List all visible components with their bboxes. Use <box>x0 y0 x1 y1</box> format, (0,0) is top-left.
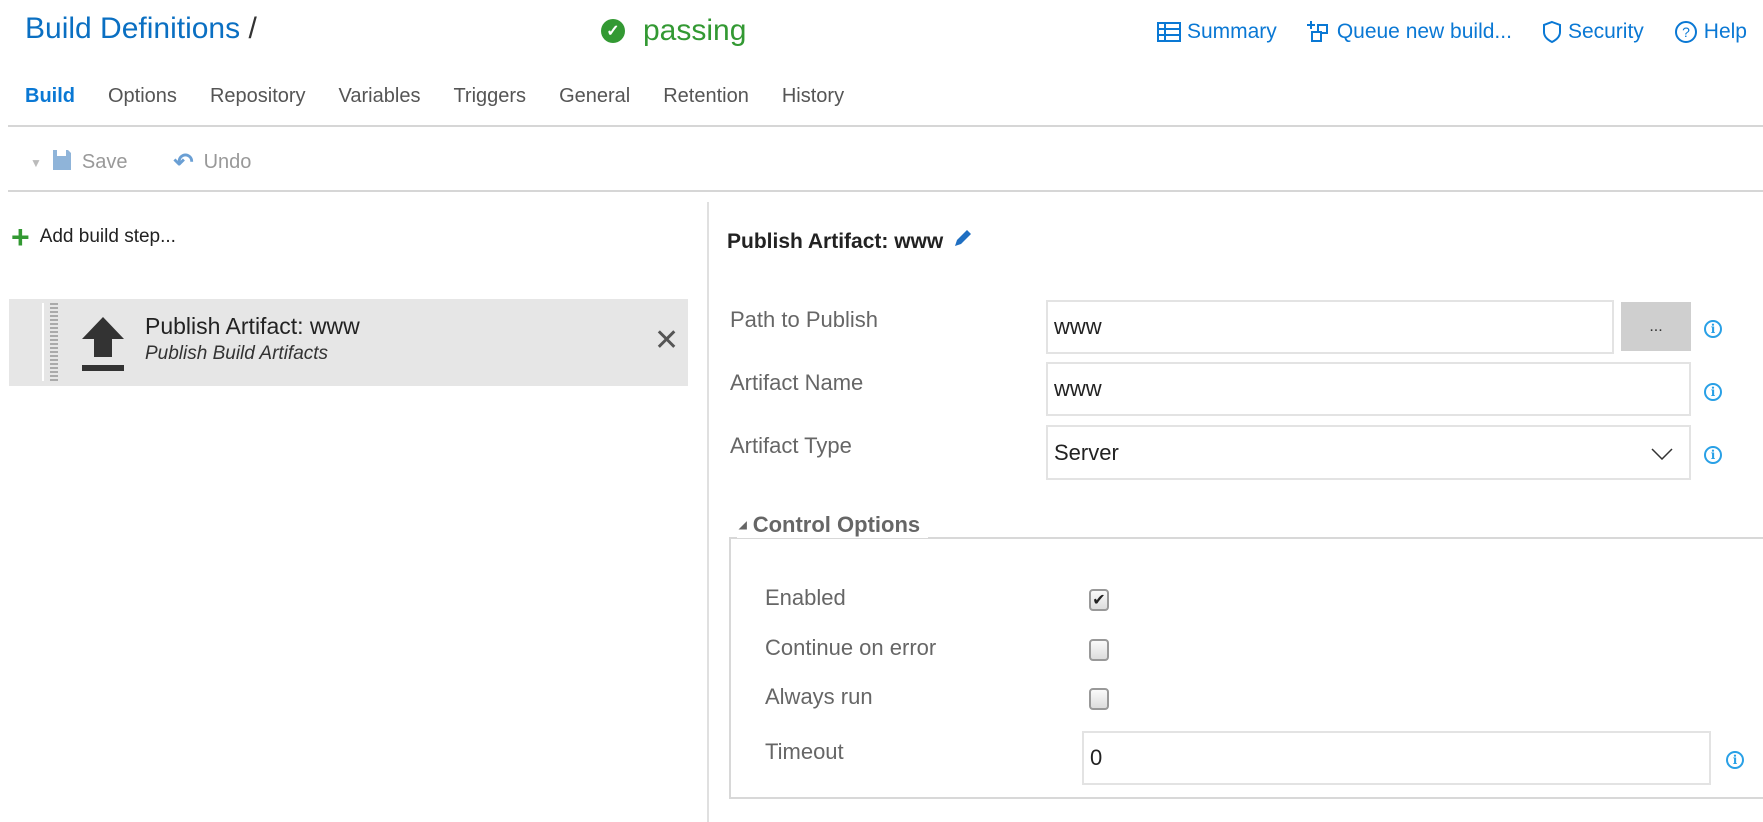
always-run-label: Always run <box>765 684 873 709</box>
artifact-type-value: Server <box>1054 439 1119 465</box>
continue-on-error-checkbox[interactable] <box>1089 639 1109 661</box>
tab-variables[interactable]: Variables <box>339 85 421 108</box>
browse-label: ... <box>1649 317 1663 335</box>
step-name: Publish Artifact: www <box>145 313 360 339</box>
tab-options[interactable]: Options <box>108 85 177 108</box>
security-link[interactable]: Security <box>1542 20 1644 44</box>
control-options-title: Control Options <box>752 512 921 537</box>
artifact-name-input[interactable]: www <box>1046 362 1691 416</box>
tab-retention[interactable]: Retention <box>663 85 749 108</box>
tab-triggers[interactable]: Triggers <box>453 85 526 108</box>
path-input[interactable]: www <box>1046 300 1614 354</box>
remove-step-icon[interactable]: ✕ <box>654 323 679 358</box>
drag-handle[interactable] <box>42 303 58 381</box>
timeout-input[interactable]: 0 <box>1082 731 1711 785</box>
security-label: Security <box>1567 20 1644 43</box>
tab-build[interactable]: Build <box>25 85 75 108</box>
breadcrumb-separator: / <box>248 12 257 45</box>
info-icon[interactable]: i <box>1704 446 1722 464</box>
breadcrumb: Build Definitions / <box>25 12 257 46</box>
artifact-name-value: www <box>1054 376 1102 401</box>
undo-button[interactable]: ↶ Undo <box>173 148 251 177</box>
toolbar: ▼ Save ↶ Undo <box>30 148 251 177</box>
tabs-divider <box>8 125 1763 127</box>
toolbar-divider <box>8 190 1763 192</box>
status-text: passing <box>643 14 747 47</box>
save-button[interactable]: ▼ Save <box>30 148 127 177</box>
tab-general[interactable]: General <box>559 85 630 108</box>
tab-repository[interactable]: Repository <box>210 85 306 108</box>
queue-build-link[interactable]: Queue new build... <box>1306 20 1512 44</box>
table-icon <box>1156 22 1181 42</box>
help-label: Help <box>1703 20 1747 43</box>
control-options-toggle[interactable]: ◢ Control Options <box>737 512 929 538</box>
summary-link[interactable]: Summary <box>1156 20 1277 44</box>
add-build-step-button[interactable]: + Add build step... <box>11 219 176 255</box>
build-definitions-link[interactable]: Build Definitions <box>25 12 240 45</box>
info-icon[interactable]: i <box>1726 751 1744 769</box>
tab-history[interactable]: History <box>782 85 844 108</box>
add-step-label: Add build step... <box>39 226 176 247</box>
help-link[interactable]: ? Help <box>1674 20 1747 44</box>
build-step-item[interactable]: Publish Artifact: www Publish Build Arti… <box>9 299 688 386</box>
edit-pencil-icon[interactable] <box>951 228 973 256</box>
undo-icon: ↶ <box>173 149 194 176</box>
detail-header: Publish Artifact: www <box>727 228 973 256</box>
enabled-label: Enabled <box>765 585 846 610</box>
artifact-type-select[interactable]: Server <box>1046 425 1691 480</box>
save-icon <box>52 149 72 177</box>
info-icon[interactable]: i <box>1704 383 1722 401</box>
plus-icon: + <box>11 219 30 255</box>
artifact-name-label: Artifact Name <box>730 370 864 395</box>
svg-text:?: ? <box>1682 24 1690 40</box>
path-label: Path to Publish <box>730 307 878 332</box>
check-circle-icon: ✓ <box>601 19 625 43</box>
build-status: ✓ passing <box>601 14 746 48</box>
queue-icon <box>1306 20 1331 44</box>
collapse-triangle-icon: ◢ <box>739 519 747 531</box>
enabled-checkbox[interactable]: ✔ <box>1089 589 1109 611</box>
queue-label: Queue new build... <box>1336 20 1512 43</box>
always-run-checkbox[interactable] <box>1089 688 1109 710</box>
path-value: www <box>1054 314 1102 339</box>
info-icon[interactable]: i <box>1704 320 1722 338</box>
save-label: Save <box>81 151 128 173</box>
shield-icon <box>1542 20 1562 44</box>
browse-button[interactable]: ... <box>1621 302 1691 351</box>
step-description: Publish Build Artifacts <box>145 343 329 364</box>
tab-bar: Build Options Repository Variables Trigg… <box>25 85 844 108</box>
detail-title: Publish Artifact: www <box>727 230 944 253</box>
continue-on-error-label: Continue on error <box>765 635 937 660</box>
artifact-type-label: Artifact Type <box>730 433 852 458</box>
chevron-down-icon <box>1651 440 1673 466</box>
dropdown-caret-icon[interactable]: ▼ <box>30 156 42 170</box>
timeout-value: 0 <box>1090 745 1103 770</box>
header-links: Summary Queue new build... Security ? Hel… <box>1156 20 1747 44</box>
panel-divider[interactable] <box>707 202 709 822</box>
undo-label: Undo <box>203 151 252 173</box>
timeout-label: Timeout <box>765 739 844 764</box>
upload-icon <box>82 317 124 371</box>
summary-label: Summary <box>1186 20 1277 43</box>
help-circle-icon: ? <box>1674 20 1698 44</box>
